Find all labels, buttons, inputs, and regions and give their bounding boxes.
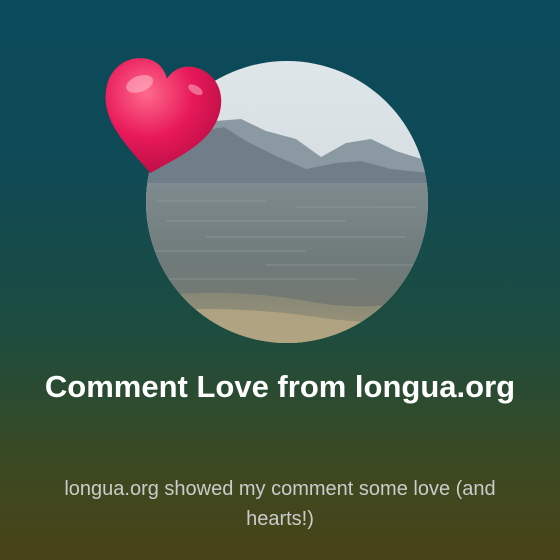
card-subtitle: longua.org showed my comment some love (… — [64, 478, 496, 530]
comment-love-card: Comment Love from longua.org longua.org … — [0, 0, 560, 560]
card-title: Comment Love from longua.org — [44, 369, 516, 404]
heart-icon — [94, 54, 226, 182]
